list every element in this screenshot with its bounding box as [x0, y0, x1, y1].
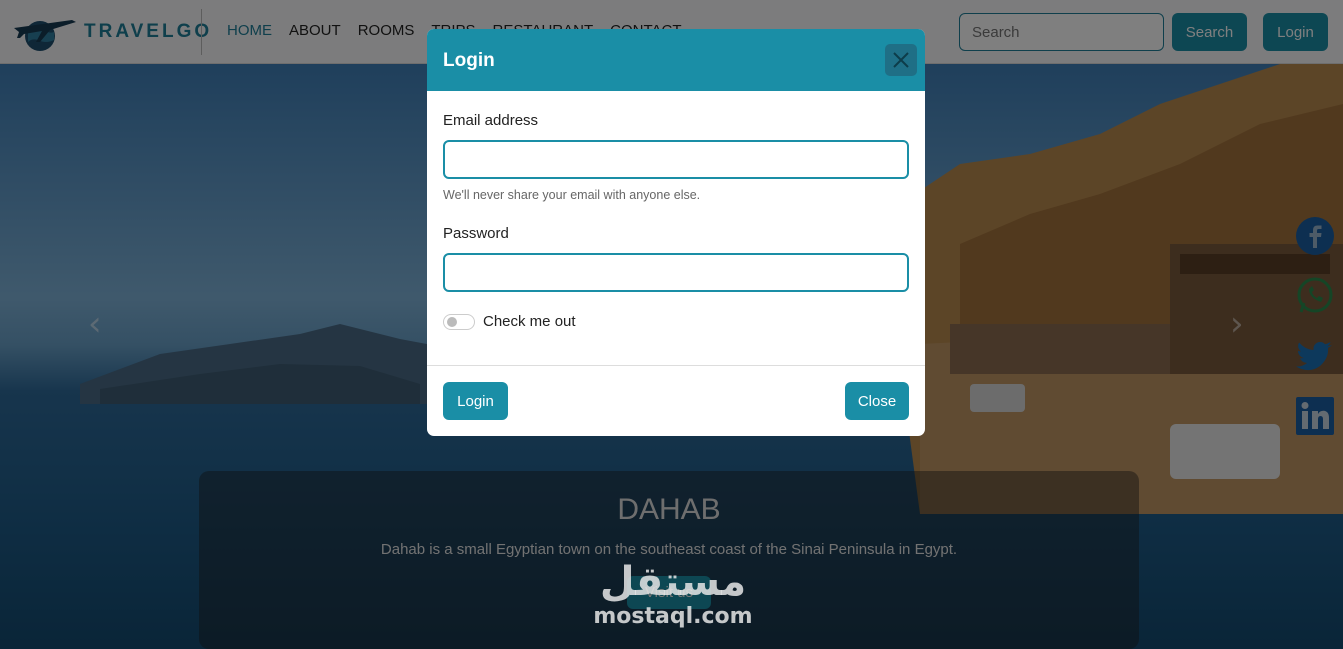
- modal-close-button[interactable]: [885, 44, 917, 76]
- modal-login-button[interactable]: Login: [443, 382, 508, 420]
- email-label: Email address: [443, 112, 539, 129]
- watermark-arabic: مستقل: [599, 559, 747, 605]
- email-help-text: We'll never share your email with anyone…: [443, 188, 701, 202]
- check-me-out-label: Check me out: [483, 313, 576, 330]
- toggle-knob: [447, 317, 457, 327]
- check-me-out-toggle[interactable]: [443, 314, 475, 330]
- modal-close-text-button[interactable]: Close: [845, 382, 909, 420]
- modal-footer: Login Close: [427, 365, 925, 436]
- watermark-url: mostaql.com: [593, 604, 753, 629]
- password-label: Password: [443, 225, 509, 242]
- email-field[interactable]: [443, 140, 909, 179]
- modal-header: Login: [427, 29, 925, 91]
- password-field[interactable]: [443, 253, 909, 292]
- modal-title: Login: [443, 50, 495, 71]
- login-modal: Login Email address We'll never share yo…: [427, 29, 925, 436]
- close-icon: [893, 52, 909, 68]
- watermark-logo: مستقل mostaql.com: [588, 560, 758, 630]
